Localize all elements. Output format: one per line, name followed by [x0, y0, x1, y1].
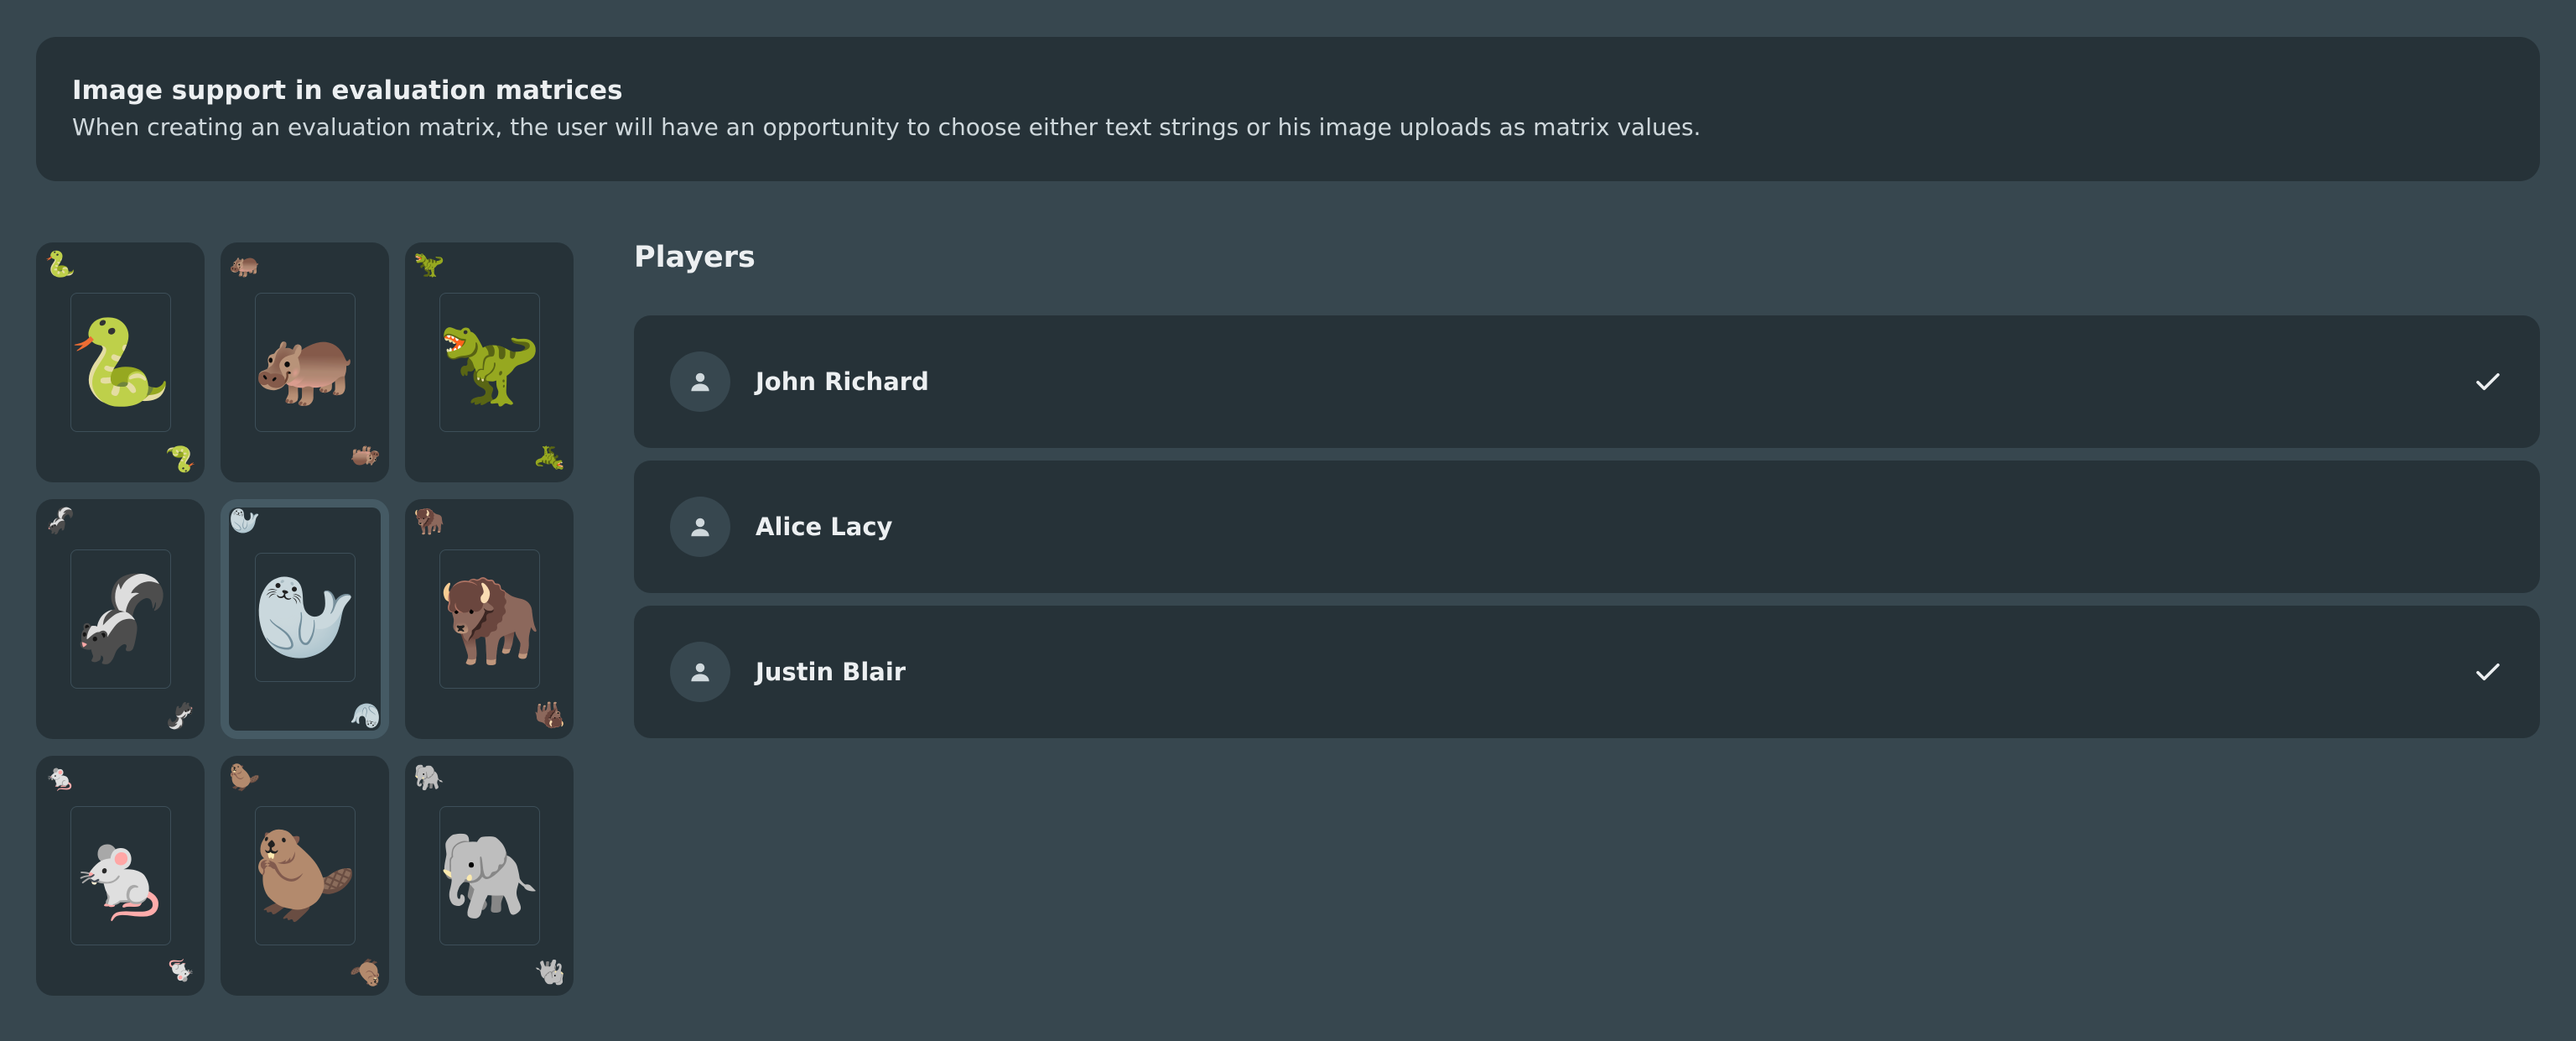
info-banner: Image support in evaluation matrices Whe… — [36, 37, 2540, 181]
hippopotamus-corner-icon: 🦛 — [349, 444, 381, 473]
hippopotamus-image: 🦛 — [253, 293, 357, 432]
seal-corner-icon: 🦭 — [229, 507, 261, 536]
player-name: Justin Blair — [756, 658, 906, 686]
banner-description: When creating an evaluation matrix, the … — [72, 113, 1701, 141]
card-t-rex[interactable]: 🦖 🦖 🦖 — [405, 242, 574, 482]
bison-image: 🦬 — [438, 549, 542, 689]
player-row-alice-lacy[interactable]: Alice Lacy — [634, 461, 2540, 593]
beaver-image: 🦫 — [253, 806, 357, 945]
person-icon — [670, 497, 730, 557]
mouse-corner-icon: 🐁 — [44, 763, 76, 793]
player-name: Alice Lacy — [756, 513, 893, 541]
person-icon — [670, 351, 730, 412]
bison-corner-icon: 🦬 — [413, 507, 445, 536]
players-heading: Players — [634, 241, 756, 274]
snake-image: 🐍 — [69, 293, 173, 432]
mouse-corner-icon: 🐁 — [164, 957, 196, 986]
card-elephant[interactable]: 🐘 🐘 🐘 — [405, 756, 574, 996]
card-bison[interactable]: 🦬 🦬 🦬 — [405, 499, 574, 739]
card-seal[interactable]: 🦭 🦭 🦭 — [221, 499, 389, 739]
mouse-image: 🐁 — [69, 806, 173, 945]
snake-corner-icon: 🐍 — [44, 250, 76, 279]
seal-corner-icon: 🦭 — [349, 700, 381, 730]
card-hippopotamus[interactable]: 🦛 🦛 🦛 — [221, 242, 389, 482]
snake-corner-icon: 🐍 — [164, 444, 196, 473]
skunk-corner-icon: 🦨 — [164, 700, 196, 730]
elephant-image: 🐘 — [438, 806, 542, 945]
card-snake[interactable]: 🐍 🐍 🐍 — [36, 242, 205, 482]
bison-corner-icon: 🦬 — [533, 700, 565, 730]
person-icon — [670, 642, 730, 702]
t-rex-image: 🦖 — [438, 293, 542, 432]
image-card-grid: 🐍 🐍 🐍 🦛 🦛 🦛 🦖 🦖 🦖 🦨 🦨 🦨 🦭 🦭 🦭 🦬 🦬 🦬 🐁 🐁 … — [36, 242, 574, 996]
card-mouse[interactable]: 🐁 🐁 🐁 — [36, 756, 205, 996]
seal-image: 🦭 — [253, 553, 357, 682]
check-icon — [2476, 663, 2500, 681]
player-row-justin-blair[interactable]: Justin Blair — [634, 606, 2540, 738]
player-row-john-richard[interactable]: John Richard — [634, 315, 2540, 448]
beaver-corner-icon: 🦫 — [229, 763, 261, 793]
elephant-corner-icon: 🐘 — [533, 957, 565, 986]
t-rex-corner-icon: 🦖 — [413, 250, 445, 279]
skunk-image: 🦨 — [69, 549, 173, 689]
skunk-corner-icon: 🦨 — [44, 507, 76, 536]
check-icon — [2476, 372, 2500, 391]
card-skunk[interactable]: 🦨 🦨 🦨 — [36, 499, 205, 739]
beaver-corner-icon: 🦫 — [349, 957, 381, 986]
elephant-corner-icon: 🐘 — [413, 763, 445, 793]
card-beaver[interactable]: 🦫 🦫 🦫 — [221, 756, 389, 996]
t-rex-corner-icon: 🦖 — [533, 444, 565, 473]
hippopotamus-corner-icon: 🦛 — [229, 250, 261, 279]
player-name: John Richard — [756, 367, 929, 396]
banner-title: Image support in evaluation matrices — [72, 75, 623, 106]
